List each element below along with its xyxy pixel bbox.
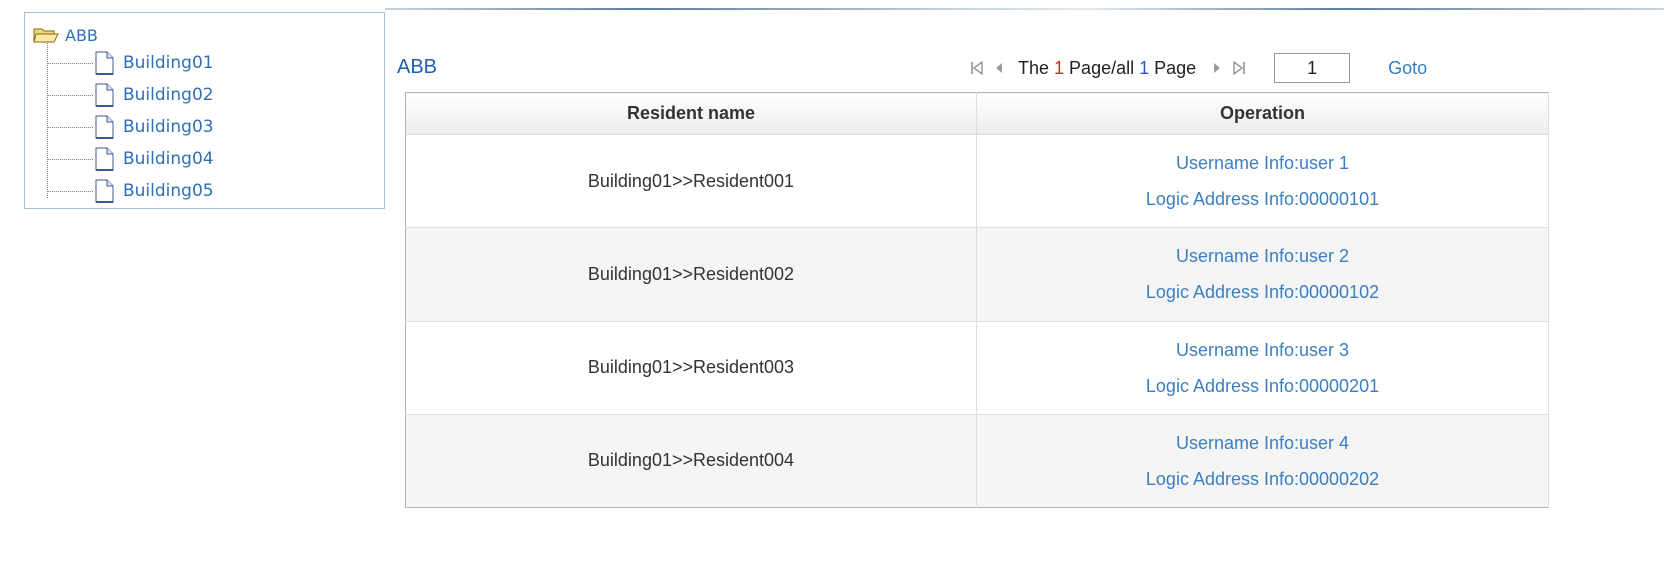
document-icon (93, 115, 115, 139)
table-row: Building01>>Resident002 Username Info:us… (405, 227, 1549, 321)
document-icon (93, 179, 115, 203)
pagination-bar: The 1 Page/all 1 Page Goto (966, 52, 1427, 84)
prev-page-icon[interactable] (988, 57, 1010, 79)
username-info-link[interactable]: Username Info:user 3 (977, 332, 1548, 368)
logic-address-info-link[interactable]: Logic Address Info:00000202 (977, 461, 1548, 497)
logic-address-info-link[interactable]: Logic Address Info:00000201 (977, 368, 1548, 404)
tree-branch-line (47, 158, 93, 160)
tree-item-label: Building03 (123, 117, 214, 137)
header-divider (385, 8, 1664, 10)
table-row: Building01>>Resident001 Username Info:us… (405, 133, 1549, 228)
next-page-icon[interactable] (1206, 57, 1228, 79)
tree-item-label: Building01 (123, 53, 214, 73)
page-text-prefix: The (1018, 57, 1055, 78)
resident-table: Resident name Operation Building01>>Resi… (405, 92, 1549, 508)
tree-branch-line (47, 62, 93, 64)
username-info-link[interactable]: Username Info:user 1 (977, 145, 1548, 181)
document-icon (93, 83, 115, 107)
table-row: Building01>>Resident003 Username Info:us… (405, 320, 1549, 415)
tree-branch-line (47, 190, 93, 192)
last-page-icon[interactable] (1228, 57, 1250, 79)
building-tree: ABB Building01 Building02 Building03 Bui… (24, 12, 385, 209)
tree-item-building01[interactable]: Building01 (47, 47, 214, 79)
tree-root-label: ABB (65, 25, 98, 45)
tree-item-building05[interactable]: Building05 (47, 175, 214, 207)
resident-name-cell: Building01>>Resident004 (405, 413, 977, 508)
resident-name-cell: Building01>>Resident002 (405, 227, 977, 321)
page-status: The 1 Page/all 1 Page (1018, 58, 1196, 79)
tree-branch-line (47, 94, 93, 96)
page-title: ABB (397, 56, 438, 78)
resident-name-cell: Building01>>Resident001 (405, 133, 977, 228)
column-header-resident-name: Resident name (405, 92, 977, 135)
document-icon (93, 51, 115, 75)
tree-item-label: Building04 (123, 149, 214, 169)
folder-open-icon (33, 26, 61, 44)
table-header-row: Resident name Operation (405, 92, 1549, 135)
operation-cell: Username Info:user 2 Logic Address Info:… (976, 227, 1549, 321)
operation-cell: Username Info:user 4 Logic Address Info:… (976, 413, 1549, 508)
tree-branch-line (47, 126, 93, 128)
logic-address-info-link[interactable]: Logic Address Info:00000102 (977, 274, 1548, 310)
column-header-operation: Operation (976, 92, 1549, 135)
tree-item-label: Building05 (123, 181, 214, 201)
tree-item-building04[interactable]: Building04 (47, 143, 214, 175)
page-number-input[interactable] (1274, 53, 1351, 83)
username-info-link[interactable]: Username Info:user 4 (977, 425, 1548, 461)
page-text-middle: Page/all (1064, 57, 1140, 78)
tree-root-abb[interactable]: ABB (33, 25, 98, 45)
tree-item-building02[interactable]: Building02 (47, 79, 214, 111)
current-page-number: 1 (1054, 57, 1065, 78)
table-row: Building01>>Resident004 Username Info:us… (405, 413, 1549, 508)
total-pages-number: 1 (1139, 57, 1150, 78)
operation-cell: Username Info:user 1 Logic Address Info:… (976, 133, 1549, 228)
first-page-icon[interactable] (966, 57, 988, 79)
goto-link[interactable]: Goto (1388, 58, 1427, 79)
logic-address-info-link[interactable]: Logic Address Info:00000101 (977, 181, 1548, 217)
tree-item-building03[interactable]: Building03 (47, 111, 214, 143)
page-text-suffix: Page (1149, 57, 1197, 78)
username-info-link[interactable]: Username Info:user 2 (977, 238, 1548, 274)
operation-cell: Username Info:user 3 Logic Address Info:… (976, 320, 1549, 415)
resident-name-cell: Building01>>Resident003 (405, 320, 977, 415)
tree-item-label: Building02 (123, 85, 214, 105)
document-icon (93, 147, 115, 171)
